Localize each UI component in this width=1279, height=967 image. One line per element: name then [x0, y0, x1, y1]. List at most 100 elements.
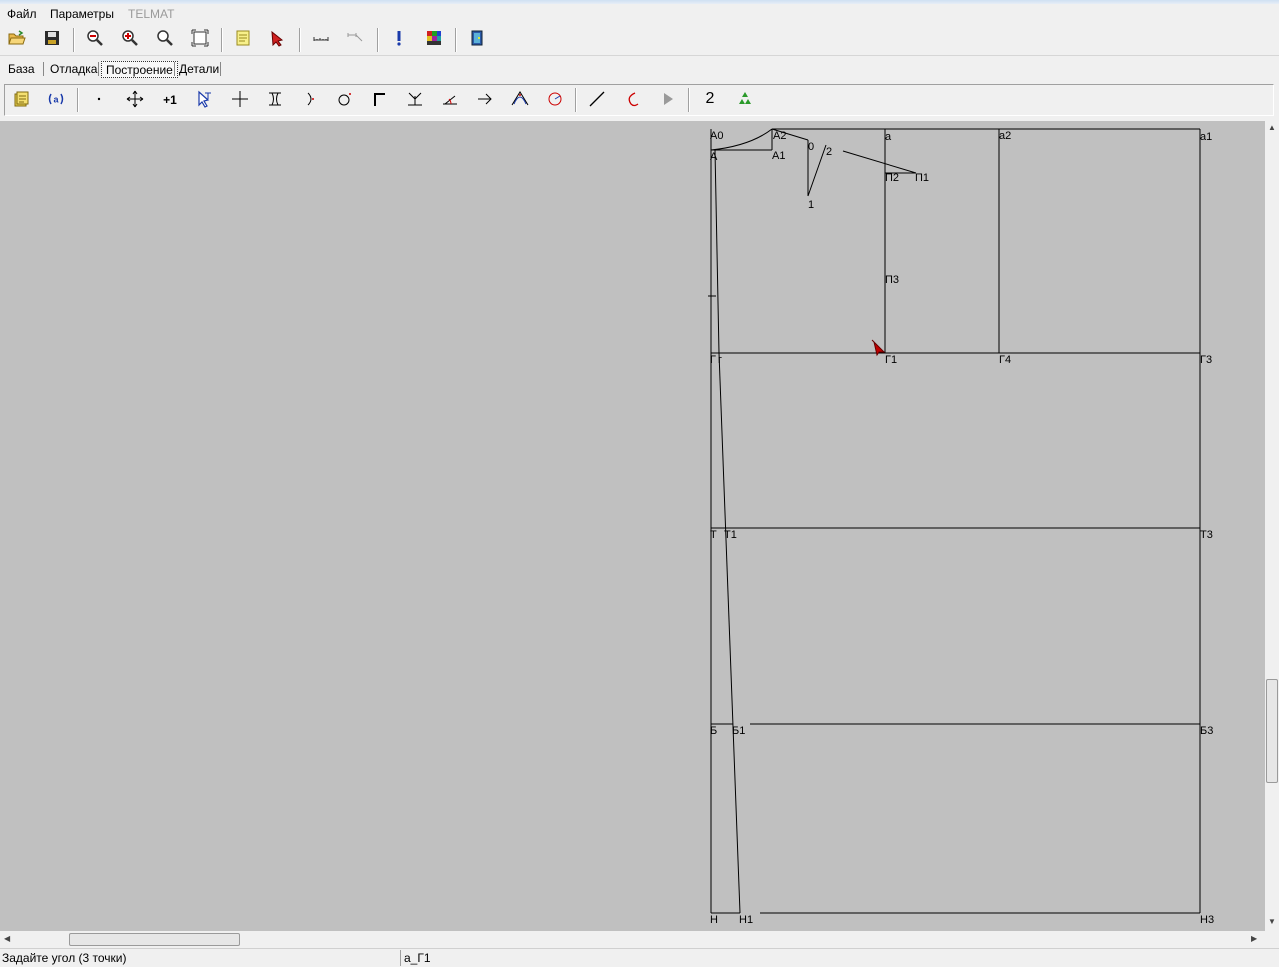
- label-A: А: [710, 151, 718, 163]
- label-B3: Б3: [1200, 725, 1213, 737]
- label-T3: Т3: [1200, 529, 1213, 541]
- mode-tabs: База Отладка Построение Детали: [0, 57, 1279, 81]
- scroll-left-icon[interactable]: ◀: [4, 934, 10, 943]
- toolbar-separator: [575, 88, 577, 112]
- status-prompt: Задайте угол (3 точки): [2, 951, 127, 965]
- line-icon[interactable]: [585, 87, 609, 111]
- scroll-right-icon[interactable]: ▶: [1251, 934, 1257, 943]
- open-folder-icon[interactable]: [5, 26, 29, 50]
- label-T1: Т1: [724, 529, 737, 541]
- label-g: г: [718, 354, 722, 366]
- toolbar-separator: [73, 28, 75, 52]
- label-a1: а1: [1200, 131, 1212, 143]
- list-icon[interactable]: [9, 87, 33, 111]
- menu-file[interactable]: Файл: [7, 7, 37, 21]
- exit-icon[interactable]: [465, 26, 489, 50]
- label-a: а: [885, 131, 892, 143]
- scroll-down-icon[interactable]: ▼: [1268, 917, 1276, 926]
- circle-arc-icon[interactable]: [543, 87, 567, 111]
- number-icon[interactable]: 2: [698, 87, 722, 111]
- toolbar-separator: [77, 88, 79, 112]
- toolbar-separator: [455, 28, 457, 52]
- label-H3: Н3: [1200, 914, 1214, 926]
- cross-icon[interactable]: [228, 87, 252, 111]
- zoom-in-icon[interactable]: [118, 26, 142, 50]
- pattern-lines: [708, 128, 1201, 914]
- svg-text:a: a: [53, 95, 59, 105]
- label-B: Б: [710, 725, 717, 737]
- pattern-drawing[interactable]: А0 А А1 А2 0 1 2 а а1 а2 П1 П2 П3 Г г Г1…: [0, 121, 1265, 931]
- label-G4: Г4: [999, 354, 1011, 366]
- label-2: 2: [826, 146, 832, 158]
- label-1: 1: [808, 199, 814, 211]
- label-G: Г: [710, 354, 716, 366]
- point-icon[interactable]: [87, 87, 111, 111]
- angle-icon[interactable]: [438, 87, 462, 111]
- move-icon[interactable]: [123, 87, 147, 111]
- zoom-out-icon[interactable]: [83, 26, 107, 50]
- measure-icon[interactable]: [309, 26, 333, 50]
- tab-build[interactable]: Построение: [101, 61, 178, 78]
- status-divider: [400, 950, 401, 966]
- app-window: Файл Параметры TELMAT База Отладка Постр…: [0, 0, 1279, 967]
- save-icon[interactable]: [40, 26, 64, 50]
- tab-divider: [220, 62, 221, 76]
- perpendicular-icon[interactable]: [403, 87, 427, 111]
- arc-point-icon[interactable]: [298, 87, 322, 111]
- pointer-icon[interactable]: [266, 26, 290, 50]
- horizontal-scrollbar[interactable]: ◀ ▶: [0, 931, 1265, 948]
- circle-point-icon[interactable]: [333, 87, 357, 111]
- curve-points-icon[interactable]: [508, 87, 532, 111]
- zoom-icon[interactable]: [153, 26, 177, 50]
- toolbar-separator: [221, 28, 223, 52]
- label-P3: П3: [885, 274, 899, 286]
- build-toolbar: a +1 2: [4, 84, 1274, 116]
- label-G1: Г1: [885, 354, 897, 366]
- info-icon[interactable]: [387, 26, 411, 50]
- corner-icon[interactable]: [368, 87, 392, 111]
- toolbar-separator: [688, 88, 690, 112]
- plus-one-icon[interactable]: +1: [158, 87, 182, 111]
- label-A1: А1: [772, 150, 785, 162]
- label-H: Н: [710, 914, 718, 926]
- status-bar: Задайте угол (3 точки) а_Г1: [0, 948, 1279, 967]
- toolbar-separator: [377, 28, 379, 52]
- curve-icon[interactable]: [620, 87, 644, 111]
- vertical-scroll-thumb[interactable]: [1266, 679, 1278, 783]
- select-icon[interactable]: [193, 87, 217, 111]
- scroll-corner: [1265, 931, 1279, 948]
- variable-icon[interactable]: a: [44, 87, 68, 111]
- label-B1: Б1: [732, 725, 745, 737]
- zoom-fit-icon[interactable]: [188, 26, 212, 50]
- vertical-scrollbar[interactable]: ▲ ▼: [1265, 121, 1279, 931]
- label-P1: П1: [915, 172, 929, 184]
- play-icon[interactable]: [656, 87, 680, 111]
- label-A2: А2: [773, 130, 786, 142]
- tab-divider: [43, 62, 44, 76]
- tab-base[interactable]: База: [4, 61, 39, 78]
- svg-text:+1: +1: [163, 93, 177, 107]
- label-H1: Н1: [739, 914, 753, 926]
- palette-icon[interactable]: [422, 26, 446, 50]
- notes-icon[interactable]: [231, 26, 255, 50]
- arrow-right-icon[interactable]: [473, 87, 497, 111]
- label-a2: а2: [999, 130, 1011, 142]
- menu-parameters[interactable]: Параметры: [50, 7, 114, 21]
- main-toolbar: [0, 24, 1279, 56]
- label-T: Т: [710, 529, 717, 541]
- status-current-object: а_Г1: [404, 951, 431, 965]
- toolbar-separator: [299, 28, 301, 52]
- label-0: 0: [808, 141, 814, 153]
- bracket-icon[interactable]: [263, 87, 287, 111]
- tab-divider: [98, 62, 99, 76]
- tab-details[interactable]: Детали: [175, 61, 223, 78]
- label-P2: П2: [885, 172, 899, 184]
- label-G3: Г3: [1200, 354, 1212, 366]
- recycle-icon[interactable]: [733, 87, 757, 111]
- scroll-up-icon[interactable]: ▲: [1268, 123, 1276, 132]
- menu-telmat[interactable]: TELMAT: [128, 7, 174, 21]
- horizontal-scroll-thumb[interactable]: [69, 933, 240, 946]
- measure-angle-icon[interactable]: [343, 26, 367, 50]
- drawing-canvas[interactable]: А0 А А1 А2 0 1 2 а а1 а2 П1 П2 П3 Г г Г1…: [0, 121, 1265, 931]
- tab-debug[interactable]: Отладка: [46, 61, 101, 78]
